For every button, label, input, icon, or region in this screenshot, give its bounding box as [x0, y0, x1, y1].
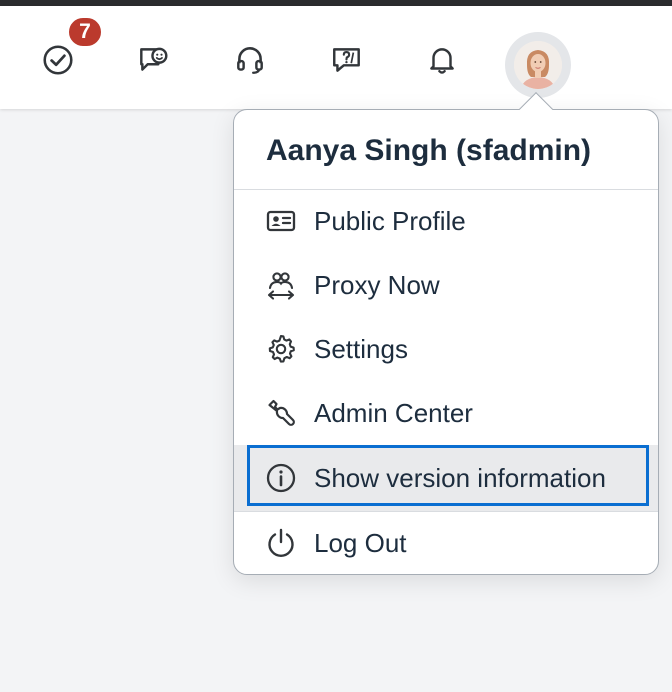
user-avatar-button[interactable] — [505, 32, 571, 98]
gear-icon — [265, 333, 297, 365]
user-photo-icon — [514, 41, 562, 89]
menu-item-label: Show version information — [314, 462, 606, 493]
notifications-button[interactable] — [424, 42, 460, 78]
menu-item-settings[interactable]: Settings — [234, 317, 658, 381]
tasks-count-badge: 7 — [67, 16, 103, 48]
headset-icon — [237, 47, 263, 74]
feedback-chat-icon — [140, 47, 168, 71]
menu-item-public-profile[interactable]: Public Profile — [234, 189, 658, 253]
user-menu-title: Aanya Singh (sfadmin) — [266, 134, 592, 167]
menu-item-log-out[interactable]: Log Out — [234, 511, 658, 575]
menu-item-label: Log Out — [314, 527, 407, 558]
menu-item-label: Public Profile — [314, 205, 466, 236]
power-icon — [265, 527, 297, 559]
avatar — [514, 41, 562, 89]
feedback-button[interactable] — [135, 42, 171, 78]
menu-item-admin-center[interactable]: Admin Center — [234, 381, 658, 445]
user-menu-popover: Aanya Singh (sfadmin) Public Profile Pro — [233, 109, 659, 575]
menu-item-label: Admin Center — [314, 397, 473, 428]
menu-item-label: Settings — [314, 333, 408, 364]
support-button[interactable] — [232, 42, 268, 78]
tasks-button[interactable] — [40, 42, 76, 78]
check-circle-icon — [43, 45, 73, 75]
info-icon — [265, 462, 297, 494]
id-card-icon — [265, 205, 297, 237]
shell-bar — [0, 6, 672, 109]
proxy-users-icon — [265, 269, 297, 301]
menu-item-label: Proxy Now — [314, 269, 440, 300]
help-chat-icon — [333, 48, 360, 72]
menu-item-proxy-now[interactable]: Proxy Now — [234, 253, 658, 317]
wrench-icon — [265, 397, 297, 429]
bell-icon — [430, 48, 454, 74]
help-button[interactable] — [329, 42, 365, 78]
menu-item-show-version-information[interactable]: Show version information — [234, 445, 658, 511]
